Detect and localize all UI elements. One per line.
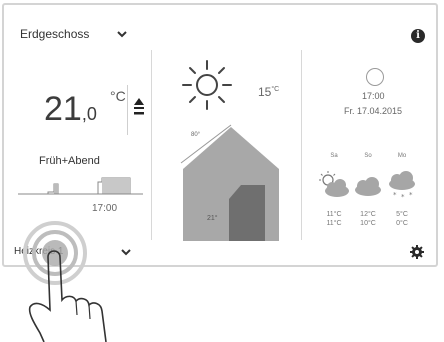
info-icon[interactable]: i [411, 29, 425, 43]
temperature-unit: °C [110, 88, 126, 104]
divider-left [151, 50, 152, 240]
forecast-low: 0°C [396, 220, 408, 227]
forecast-temps: 5°C 0°C [387, 210, 417, 228]
cloud-icon [355, 177, 381, 196]
heating-mode-label: Früh+Abend [39, 155, 100, 167]
snow-cloud-icon: * * * [389, 171, 415, 200]
temperature-whole: 21 [44, 90, 82, 128]
setpoint-divider [127, 85, 128, 135]
svg-text:*: * [393, 191, 397, 199]
forecast-high: 11°C [326, 211, 342, 218]
forecast-high: 5°C [396, 211, 408, 218]
current-date: Fr. 17.04.2015 [344, 106, 403, 116]
setpoint-temperature: 21,0 [44, 90, 97, 129]
svg-text:*: * [401, 193, 405, 200]
room-label: Erdgeschoss [20, 27, 90, 41]
divider-right [301, 50, 302, 240]
chevron-down-icon [117, 31, 128, 38]
forecast-high: 12°C [360, 211, 376, 218]
outside-temperature: 15°C [258, 85, 279, 99]
forecast-day: Sa [330, 153, 338, 159]
room-selector[interactable]: Erdgeschoss [20, 23, 128, 45]
outside-temp-unit: °C [271, 86, 280, 93]
forecast-temps: 11°C 11°C [319, 210, 349, 228]
touch-hand-illustration [23, 221, 107, 342]
forecast-day: So [364, 153, 372, 159]
screen: Erdgeschoss i 21,0 °C Früh+Abend 17:00 1… [0, 0, 444, 342]
temperature-decimal: ,0 [81, 104, 97, 124]
sun-icon [182, 60, 232, 110]
forecast-low: 10°C [360, 220, 376, 227]
house-graphic [180, 124, 279, 241]
outside-temp-value: 15 [258, 85, 272, 99]
current-time: 17:00 [362, 91, 385, 101]
gear-icon[interactable] [410, 245, 424, 259]
up-down-arrow-icon[interactable] [133, 97, 145, 119]
roof-temperature-label: 80° [191, 132, 201, 138]
floor-temperature-label: 21° [207, 215, 218, 222]
schedule-graph [18, 177, 143, 195]
svg-text:*: * [409, 191, 413, 199]
moon-icon [366, 68, 384, 86]
partly-cloudy-icon [319, 171, 349, 197]
forecast-temps: 12°C 10°C [353, 210, 383, 228]
forecast-day: Mo [397, 153, 407, 159]
forecast-low: 11°C [326, 220, 342, 227]
